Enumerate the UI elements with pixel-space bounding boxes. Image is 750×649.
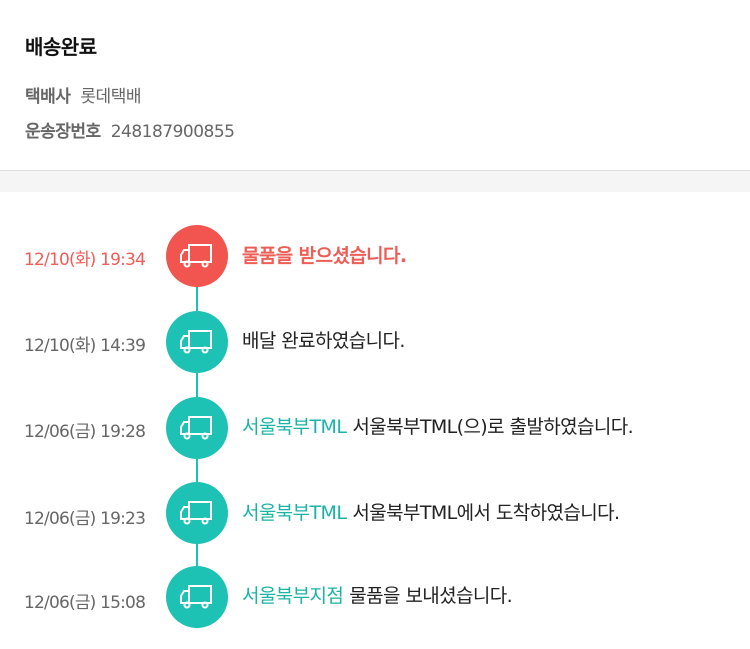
tracking-number-value: 248187900855 [110,122,235,142]
tracking-number-row: 운송장번호 248187900855 [25,117,235,142]
event-status-circle [166,311,228,373]
event-message: 물품을 보내셨습니다. [349,585,513,607]
truck-icon [180,501,212,525]
truck-icon [180,330,212,354]
courier-value: 롯데택배 [80,87,141,107]
event-message: 배달 완료하였습니다. [242,330,405,352]
event-status-circle [166,566,228,628]
truck-icon [180,244,212,268]
event-message: 서울북부TML에서 도착하였습니다. [352,502,620,524]
truck-icon [180,585,212,609]
timeline-event: 12/10(화) 14:39 배달 완료하였습니다. [0,311,750,373]
event-message: 물품을 받으셨습니다. [242,245,407,267]
event-message-line: 배달 완료하였습니다. [242,326,405,353]
event-message-line: 서울북부지점 물품을 보내셨습니다. [242,581,513,608]
tracking-timeline: 12/10(화) 19:34 물품을 받으셨습니다. 12/10(화) 14:3… [0,192,750,649]
event-status-circle [166,225,228,287]
event-time: 12/06(금) 15:08 [24,593,146,613]
event-time: 12/06(금) 19:23 [24,509,146,529]
section-divider [0,171,750,192]
timeline-event: 12/10(화) 19:34 물품을 받으셨습니다. [0,225,750,287]
event-status-circle [166,397,228,459]
tracking-number-label: 운송장번호 [25,122,101,142]
event-message-line: 서울북부TML 서울북부TML(으)로 출발하였습니다. [242,412,634,439]
timeline-event: 12/06(금) 15:08 서울북부지점 물품을 보내셨습니다. [0,566,750,628]
event-location: 서울북부TML [242,416,347,438]
truck-icon [180,416,212,440]
delivery-summary: 배송완료 택배사 롯데택배 운송장번호 248187900855 [0,0,750,171]
event-time: 12/06(금) 19:28 [24,422,146,442]
event-location: 서울북부지점 [242,585,344,607]
event-status-circle [166,482,228,544]
delivery-status-title: 배송완료 [25,35,97,59]
event-time: 12/10(화) 19:34 [24,250,146,270]
event-time: 12/10(화) 14:39 [24,336,146,356]
event-location: 서울북부TML [242,502,347,524]
timeline-event: 12/06(금) 19:23 서울북부TML 서울북부TML에서 도착하였습니다. [0,482,750,544]
event-message-line: 물품을 받으셨습니다. [242,241,407,268]
timeline-event: 12/06(금) 19:28 서울북부TML 서울북부TML(으)로 출발하였습니… [0,397,750,459]
courier-row: 택배사 롯데택배 [25,82,141,107]
event-message: 서울북부TML(으)로 출발하였습니다. [352,416,634,438]
event-message-line: 서울북부TML 서울북부TML에서 도착하였습니다. [242,498,620,525]
courier-label: 택배사 [25,87,71,107]
